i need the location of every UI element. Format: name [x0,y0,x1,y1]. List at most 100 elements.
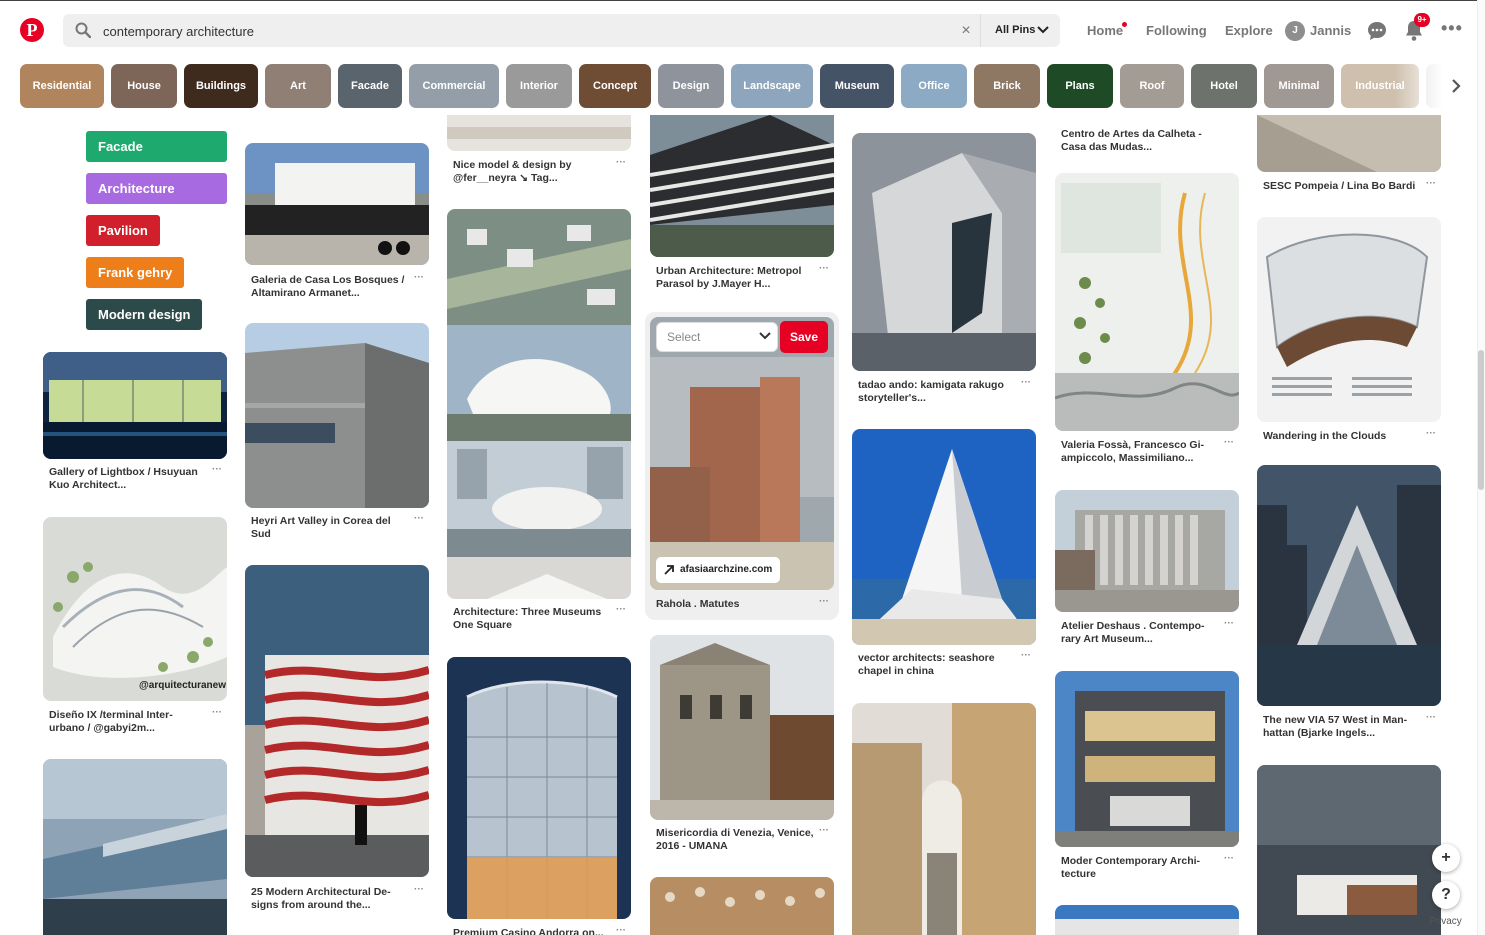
pin-title: vector architects: seashore chapel in ch… [858,652,995,677]
guide-chip-concept[interactable]: Concept [579,64,651,108]
pin-more-icon[interactable]: ··· [1423,712,1439,723]
pin-image[interactable] [1055,490,1239,612]
pin-image[interactable] [852,703,1036,935]
nav-profile-link[interactable]: Jannis [1310,23,1351,38]
pin-more-icon[interactable]: ··· [209,707,225,718]
source-link-button[interactable]: afasiaarchzine.com [656,557,780,583]
pin-image[interactable] [1257,465,1441,706]
pin-title: tadao ando: kamigata rakugo storyteller'… [858,379,1004,404]
pin-image[interactable] [447,657,631,919]
guide-chip-landscape[interactable]: Landscape [731,64,813,108]
clear-search-icon[interactable]: × [956,20,976,42]
pin-image[interactable] [1257,765,1441,935]
add-pin-button[interactable]: + [1432,844,1460,872]
pin-image[interactable] [245,565,429,877]
search-guides-bar: Residential House Buildings Art Facade Commer… [20,64,1450,108]
pin-image[interactable] [650,635,834,820]
nav-explore-link[interactable]: Explore [1225,23,1273,38]
guide-chip-residential[interactable]: Residential [20,64,104,108]
more-options-icon[interactable]: ••• [1441,19,1462,37]
pin-more-icon[interactable]: ··· [411,272,427,283]
pin-title: 25 Modern Architectural De-signs from ar… [251,886,391,911]
pin-title: Moder Contemporary Archi-tecture [1061,855,1201,880]
guide-chip-buildings[interactable]: Buildings [184,64,258,108]
privacy-link[interactable]: Privacy [1429,916,1462,927]
pin-image[interactable] [245,143,429,265]
pin-title: Valeria Fossà, Francesco Gi-ampiccolo, M… [1061,439,1204,464]
pin-image[interactable] [447,209,631,599]
guide-chip-commercial[interactable]: Commercial [409,64,499,108]
related-tag-modern-design[interactable]: Modern design [86,299,203,330]
pin-more-icon[interactable]: ··· [613,604,629,615]
related-tag-facade-architecture[interactable]: Facade architecture [86,131,227,185]
guide-chip-art[interactable]: Art [265,64,331,108]
pin-image[interactable] [245,323,429,508]
pin-more-icon[interactable]: ··· [613,157,629,168]
related-tag-frank-gehry[interactable]: Frank gehry [86,257,185,288]
help-button[interactable]: ? [1432,881,1460,909]
guide-chip-roof[interactable]: Roof [1120,64,1184,108]
pin-more-icon[interactable]: ··· [1221,853,1237,864]
pin-image[interactable] [650,115,834,257]
pin-title: Misericordia di Venezia, Venice, 2016 - … [656,827,814,852]
pin-image[interactable] [1055,671,1239,847]
pin-image[interactable] [1257,115,1441,172]
pin-image[interactable] [1055,905,1239,935]
pin-more-icon[interactable]: ··· [411,884,427,895]
pin-image[interactable]: @arquitecturanew [43,517,227,701]
pin-more-icon[interactable]: ··· [816,825,832,836]
pin-more-icon[interactable]: ··· [1423,178,1439,189]
guide-chip-minimal[interactable]: Minimal [1264,64,1334,108]
pin-more-icon[interactable]: ··· [1018,377,1034,388]
pin-image[interactable] [43,352,227,459]
avatar[interactable]: J [1285,21,1305,41]
chevron-down-icon [1037,26,1049,34]
messages-icon[interactable] [1365,19,1389,43]
pin-image[interactable] [650,877,834,935]
pin-more-icon[interactable]: ··· [1423,428,1439,439]
pin-more-icon[interactable]: ··· [1221,618,1237,629]
guide-chip-facade[interactable]: Facade [338,64,402,108]
pin-image[interactable] [650,317,834,590]
search-bar[interactable]: × All Pins [63,14,1060,47]
guide-chip-interior[interactable]: Interior [506,64,572,108]
pin-image[interactable] [1257,217,1441,422]
pin-image[interactable] [43,759,227,935]
chevron-right-icon[interactable] [1449,78,1463,94]
pin-image[interactable] [852,429,1036,645]
guide-chip-house[interactable]: House [111,64,177,108]
guide-chip-hotel[interactable]: Hotel [1191,64,1257,108]
pin-grid: Facade architecture Architecture design … [0,115,1475,935]
guides-fade [1395,64,1475,108]
related-tag-architecture-design[interactable]: Architecture design [86,173,227,227]
pin-title: Urban Architecture: Metropol Parasol by … [656,265,802,290]
source-domain-label: afasiaarchzine.com [680,564,773,575]
pin-image[interactable] [852,133,1036,371]
guide-chip-plans[interactable]: Plans [1047,64,1113,108]
pin-image[interactable] [447,115,631,151]
related-tag-pavilion[interactable]: Pavilion [86,215,160,246]
pin-more-icon[interactable]: ··· [411,513,427,524]
pin-title: Rahola . Matutes [656,598,740,610]
pin-more-icon[interactable]: ··· [613,925,629,935]
pinterest-logo-icon[interactable]: P [20,18,44,42]
board-select-dropdown[interactable]: Select [656,322,778,352]
search-input[interactable] [103,20,943,42]
pin-title: Atelier Deshaus . Contempo-rary Art Muse… [1061,620,1205,645]
pin-more-icon[interactable]: ··· [816,596,832,607]
search-scope-dropdown[interactable]: All Pins [980,14,1060,47]
nav-home-link[interactable]: Home [1087,23,1123,38]
pin-image[interactable] [1055,173,1239,431]
guide-chip-brick[interactable]: Brick [974,64,1040,108]
pin-more-icon[interactable]: ··· [1018,650,1034,661]
pin-more-icon[interactable]: ··· [1221,437,1237,448]
nav-following-link[interactable]: Following [1146,23,1207,38]
guide-chip-office[interactable]: Office [901,64,967,108]
pin-more-icon[interactable]: ··· [209,464,225,475]
scrollbar-thumb[interactable] [1478,350,1484,490]
guide-chip-museum[interactable]: Museum [820,64,894,108]
pin-more-icon[interactable]: ··· [816,263,832,274]
guide-chip-design[interactable]: Design [658,64,724,108]
pin-title: The new VIA 57 West in Man-hattan (Bjark… [1263,714,1408,739]
save-button[interactable]: Save [780,321,828,353]
